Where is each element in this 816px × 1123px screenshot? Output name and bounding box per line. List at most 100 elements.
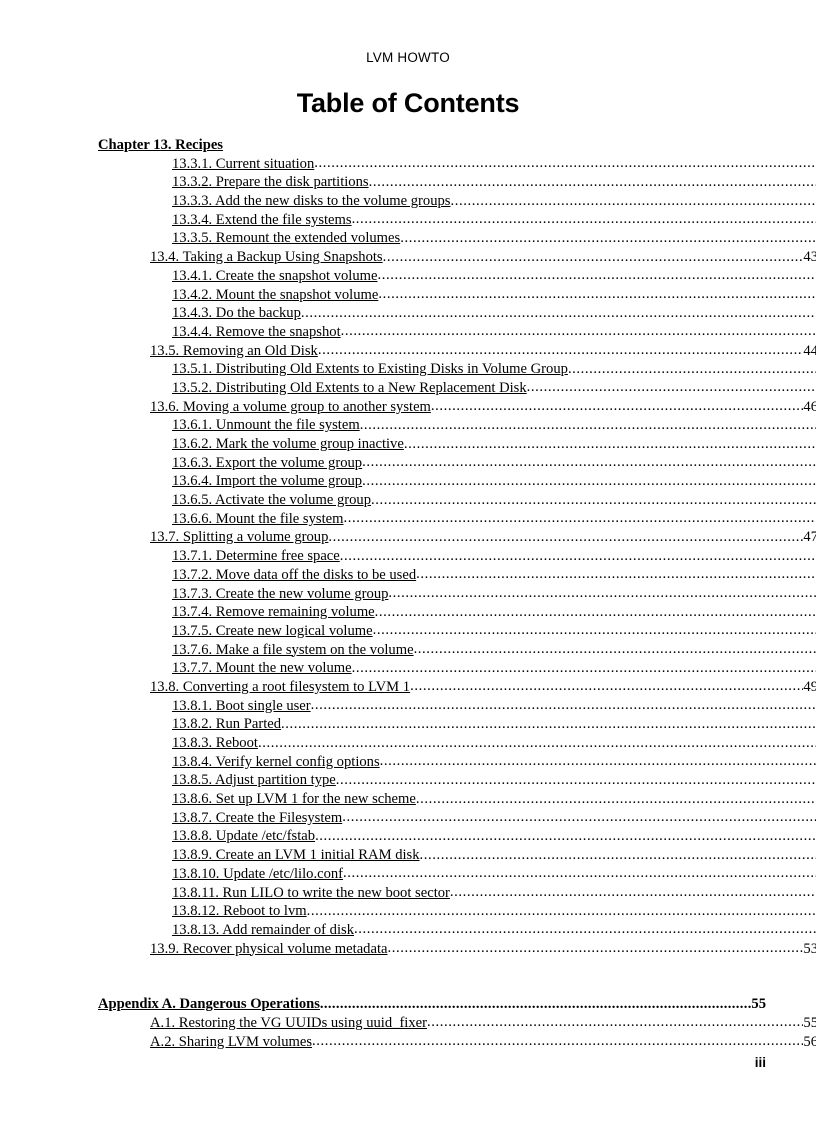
toc-entry-13-6-4-import-the-volume-group[interactable]: 13.6.4. Import the volume group.........… <box>172 472 816 491</box>
toc-entry-13-8-1-boot-single-user[interactable]: 13.8.1. Boot single user................… <box>172 697 816 716</box>
toc-entry-13-3-2-prepare-the-disk-partitions[interactable]: 13.3.2. Prepare the disk partitions.....… <box>172 173 816 192</box>
toc-entry-13-8-5-adjust-partition-type[interactable]: 13.8.5. Adjust partition type...........… <box>172 771 816 790</box>
toc-entry-13-4-taking-a-backup-using-snapshots[interactable]: 13.4. Taking a Backup Using Snapshots...… <box>150 248 816 267</box>
toc-entry-13-6-3-export-the-volume-group[interactable]: 13.6.3. Export the volume group.........… <box>172 454 816 473</box>
toc-entry-a-2-sharing-lvm-volumes[interactable]: A.2. Sharing LVM volumes................… <box>150 1033 816 1052</box>
toc-entry-label[interactable]: A.2. Sharing LVM volumes <box>150 1033 312 1052</box>
toc-entry-label[interactable]: 13.5.2. Distributing Old Extents to a Ne… <box>172 379 527 398</box>
toc-entry-label[interactable]: A.1. Restoring the VG UUIDs using uuid_f… <box>150 1014 427 1033</box>
toc-entry-label[interactable]: 13.7.5. Create new logical volume <box>172 622 373 641</box>
toc-entry-13-4-1-create-the-snapshot-volume[interactable]: 13.4.1. Create the snapshot volume......… <box>172 267 816 286</box>
toc-heading-chapter-13-recipes[interactable]: Chapter 13. Recipes.....................… <box>98 136 766 155</box>
toc-entry-label[interactable]: 13.8.11. Run LILO to write the new boot … <box>172 884 450 903</box>
toc-dot-leader: ........................................… <box>450 192 816 209</box>
toc-entry-13-3-5-remount-the-extended-volumes[interactable]: 13.3.5. Remount the extended volumes....… <box>172 229 816 248</box>
toc-entry-label[interactable]: 13.6. Moving a volume group to another s… <box>150 398 431 417</box>
toc-entry-label[interactable]: Appendix A. Dangerous Operations <box>98 995 320 1014</box>
toc-page-number: 47 <box>803 529 816 546</box>
toc-entry-label[interactable]: 13.8.12. Reboot to lvm <box>172 902 307 921</box>
toc-entry-13-7-5-create-new-logical-volume[interactable]: 13.7.5. Create new logical volume.......… <box>172 622 816 641</box>
toc-entry-13-5-2-distributing-old-extents-to-a-new-replace[interactable]: 13.5.2. Distributing Old Extents to a Ne… <box>172 379 816 398</box>
toc-entry-label[interactable]: 13.4.3. Do the backup <box>172 304 301 323</box>
toc-entry-label[interactable]: 13.5.1. Distributing Old Extents to Exis… <box>172 360 568 379</box>
toc-dot-leader: ........................................… <box>328 528 804 545</box>
toc-entry-13-8-3-reboot[interactable]: 13.8.3. Reboot..........................… <box>172 734 816 753</box>
toc-entry-label[interactable]: 13.7.7. Mount the new volume <box>172 659 352 678</box>
toc-entry-label[interactable]: 13.8.2. Run Parted <box>172 715 281 734</box>
toc-entry-label[interactable]: 13.4. Taking a Backup Using Snapshots <box>150 248 383 267</box>
toc-entry-13-7-6-make-a-file-system-on-the-volume[interactable]: 13.7.6. Make a file system on the volume… <box>172 641 816 660</box>
toc-entry-13-7-7-mount-the-new-volume[interactable]: 13.7.7. Mount the new volume............… <box>172 659 816 678</box>
toc-entry-label[interactable]: 13.8.7. Create the Filesystem <box>172 809 342 828</box>
toc-entry-label[interactable]: 13.8.4. Verify kernel config options <box>172 753 380 772</box>
toc-entry-13-8-2-run-parted[interactable]: 13.8.2. Run Parted......................… <box>172 715 816 734</box>
toc-entry-label[interactable]: 13.4.4. Remove the snapshot <box>172 323 341 342</box>
toc-entry-13-6-moving-a-volume-group-to-another-system[interactable]: 13.6. Moving a volume group to another s… <box>150 398 816 417</box>
toc-entry-13-4-3-do-the-backup[interactable]: 13.4.3. Do the backup...................… <box>172 304 816 323</box>
toc-dot-leader: ........................................… <box>387 940 803 957</box>
toc-entry-label[interactable]: 13.7. Splitting a volume group <box>150 528 328 547</box>
toc-entry-label[interactable]: 13.6.3. Export the volume group <box>172 454 362 473</box>
toc-dot-leader: ........................................… <box>340 323 816 340</box>
toc-entry-label[interactable]: 13.3.5. Remount the extended volumes <box>172 229 400 248</box>
toc-entry-13-5-removing-an-old-disk[interactable]: 13.5. Removing an Old Disk..............… <box>150 342 816 361</box>
toc-entry-13-4-2-mount-the-snapshot-volume[interactable]: 13.4.2. Mount the snapshot volume.......… <box>172 286 816 305</box>
toc-entry-13-6-6-mount-the-file-system[interactable]: 13.6.6. Mount the file system...........… <box>172 510 816 529</box>
toc-entry-label[interactable]: 13.4.1. Create the snapshot volume <box>172 267 378 286</box>
toc-entry-13-6-1-unmount-the-file-system[interactable]: 13.6.1. Unmount the file system.........… <box>172 416 816 435</box>
toc-entry-13-8-8-update-etc-fstab[interactable]: 13.8.8. Update /etc/fstab...............… <box>172 827 816 846</box>
toc-heading-appendix-a-dangerous-operations[interactable]: Appendix A. Dangerous Operations........… <box>98 995 766 1014</box>
toc-entry-label[interactable]: 13.8.13. Add remainder of disk <box>172 921 354 940</box>
toc-entry-label[interactable]: 13.8.3. Reboot <box>172 734 258 753</box>
toc-entry-13-7-splitting-a-volume-group[interactable]: 13.7. Splitting a volume group..........… <box>150 528 816 547</box>
toc-entry-label[interactable]: 13.8.5. Adjust partition type <box>172 771 336 790</box>
toc-entry-13-3-1-current-situation[interactable]: 13.3.1. Current situation...............… <box>172 155 816 174</box>
toc-entry-label[interactable]: 13.8.6. Set up LVM 1 for the new scheme <box>172 790 416 809</box>
toc-entry-label[interactable]: 13.8.8. Update /etc/fstab <box>172 827 315 846</box>
toc-entry-label[interactable]: Chapter 13. Recipes <box>98 136 223 155</box>
toc-entry-13-5-1-distributing-old-extents-to-existing-disk[interactable]: 13.5.1. Distributing Old Extents to Exis… <box>172 360 816 379</box>
page-title: Table of Contents <box>296 88 520 118</box>
toc-entry-label[interactable]: 13.7.6. Make a file system on the volume <box>172 641 414 660</box>
toc-entry-label[interactable]: 13.9. Recover physical volume metadata <box>150 940 387 959</box>
toc-entry-label[interactable]: 13.6.2. Mark the volume group inactive <box>172 435 404 454</box>
toc-entry-label[interactable]: 13.4.2. Mount the snapshot volume <box>172 286 378 305</box>
toc-entry-13-8-6-set-up-lvm-1-for-the-new-scheme[interactable]: 13.8.6. Set up LVM 1 for the new scheme.… <box>172 790 816 809</box>
toc-entry-13-6-5-activate-the-volume-group[interactable]: 13.6.5. Activate the volume group.......… <box>172 491 816 510</box>
toc-entry-label[interactable]: 13.6.5. Activate the volume group <box>172 491 371 510</box>
toc-entry-13-3-3-add-the-new-disks-to-the-volume-groups[interactable]: 13.3.3. Add the new disks to the volume … <box>172 192 816 211</box>
toc-entry-13-4-4-remove-the-snapshot[interactable]: 13.4.4. Remove the snapshot.............… <box>172 323 816 342</box>
toc-entry-a-1-restoring-the-vg-uuids-using-uuid-fixer[interactable]: A.1. Restoring the VG UUIDs using uuid_f… <box>150 1014 816 1033</box>
toc-entry-label[interactable]: 13.8.9. Create an LVM 1 initial RAM disk <box>172 846 420 865</box>
toc-entry-13-8-12-reboot-to-lvm[interactable]: 13.8.12. Reboot to lvm..................… <box>172 902 816 921</box>
toc-entry-label[interactable]: 13.3.4. Extend the file systems <box>172 211 352 230</box>
toc-entry-13-7-4-remove-remaining-volume[interactable]: 13.7.4. Remove remaining volume.........… <box>172 603 816 622</box>
toc-entry-13-8-4-verify-kernel-config-options[interactable]: 13.8.4. Verify kernel config options....… <box>172 753 816 772</box>
toc-entry-label[interactable]: 13.6.4. Import the volume group <box>172 472 362 491</box>
toc-entry-label[interactable]: 13.8.10. Update /etc/lilo.conf <box>172 865 343 884</box>
toc-entry-label[interactable]: 13.8.1. Boot single user <box>172 697 311 716</box>
toc-entry-13-7-2-move-data-off-the-disks-to-be-used[interactable]: 13.7.2. Move data off the disks to be us… <box>172 566 816 585</box>
toc-entry-13-7-3-create-the-new-volume-group[interactable]: 13.7.3. Create the new volume group.....… <box>172 585 816 604</box>
toc-entry-label[interactable]: 13.3.1. Current situation <box>172 155 314 174</box>
toc-entry-13-3-4-extend-the-file-systems[interactable]: 13.3.4. Extend the file systems.........… <box>172 211 816 230</box>
toc-entry-13-8-converting-a-root-filesystem-to-lvm-1[interactable]: 13.8. Converting a root filesystem to LV… <box>150 678 816 697</box>
toc-entry-label[interactable]: 13.7.4. Remove remaining volume <box>172 603 375 622</box>
toc-entry-13-8-9-create-an-lvm-1-initial-ram-disk[interactable]: 13.8.9. Create an LVM 1 initial RAM disk… <box>172 846 816 865</box>
toc-entry-13-8-11-run-lilo-to-write-the-new-boot-sector[interactable]: 13.8.11. Run LILO to write the new boot … <box>172 884 816 903</box>
toc-entry-label[interactable]: 13.7.3. Create the new volume group <box>172 585 388 604</box>
toc-entry-13-8-7-create-the-filesystem[interactable]: 13.8.7. Create the Filesystem...........… <box>172 809 816 828</box>
toc-entry-13-8-10-update-etc-lilo-conf[interactable]: 13.8.10. Update /etc/lilo.conf..........… <box>172 865 816 884</box>
toc-entry-label[interactable]: 13.3.3. Add the new disks to the volume … <box>172 192 450 211</box>
toc-entry-label[interactable]: 13.8. Converting a root filesystem to LV… <box>150 678 410 697</box>
toc-entry-label[interactable]: 13.3.2. Prepare the disk partitions <box>172 173 369 192</box>
toc-entry-label[interactable]: 13.7.1. Determine free space <box>172 547 340 566</box>
toc-entry-13-9-recover-physical-volume-metadata[interactable]: 13.9. Recover physical volume metadata..… <box>150 940 816 959</box>
toc-entry-13-7-1-determine-free-space[interactable]: 13.7.1. Determine free space............… <box>172 547 816 566</box>
toc-entry-13-8-13-add-remainder-of-disk[interactable]: 13.8.13. Add remainder of disk..........… <box>172 921 816 940</box>
toc-entry-label[interactable]: 13.5. Removing an Old Disk <box>150 342 318 361</box>
toc-entry-label[interactable]: 13.6.1. Unmount the file system <box>172 416 360 435</box>
toc-entry-13-6-2-mark-the-volume-group-inactive[interactable]: 13.6.2. Mark the volume group inactive..… <box>172 435 816 454</box>
toc-entry-label[interactable]: 13.6.6. Mount the file system <box>172 510 343 529</box>
toc-entry-label[interactable]: 13.7.2. Move data off the disks to be us… <box>172 566 416 585</box>
